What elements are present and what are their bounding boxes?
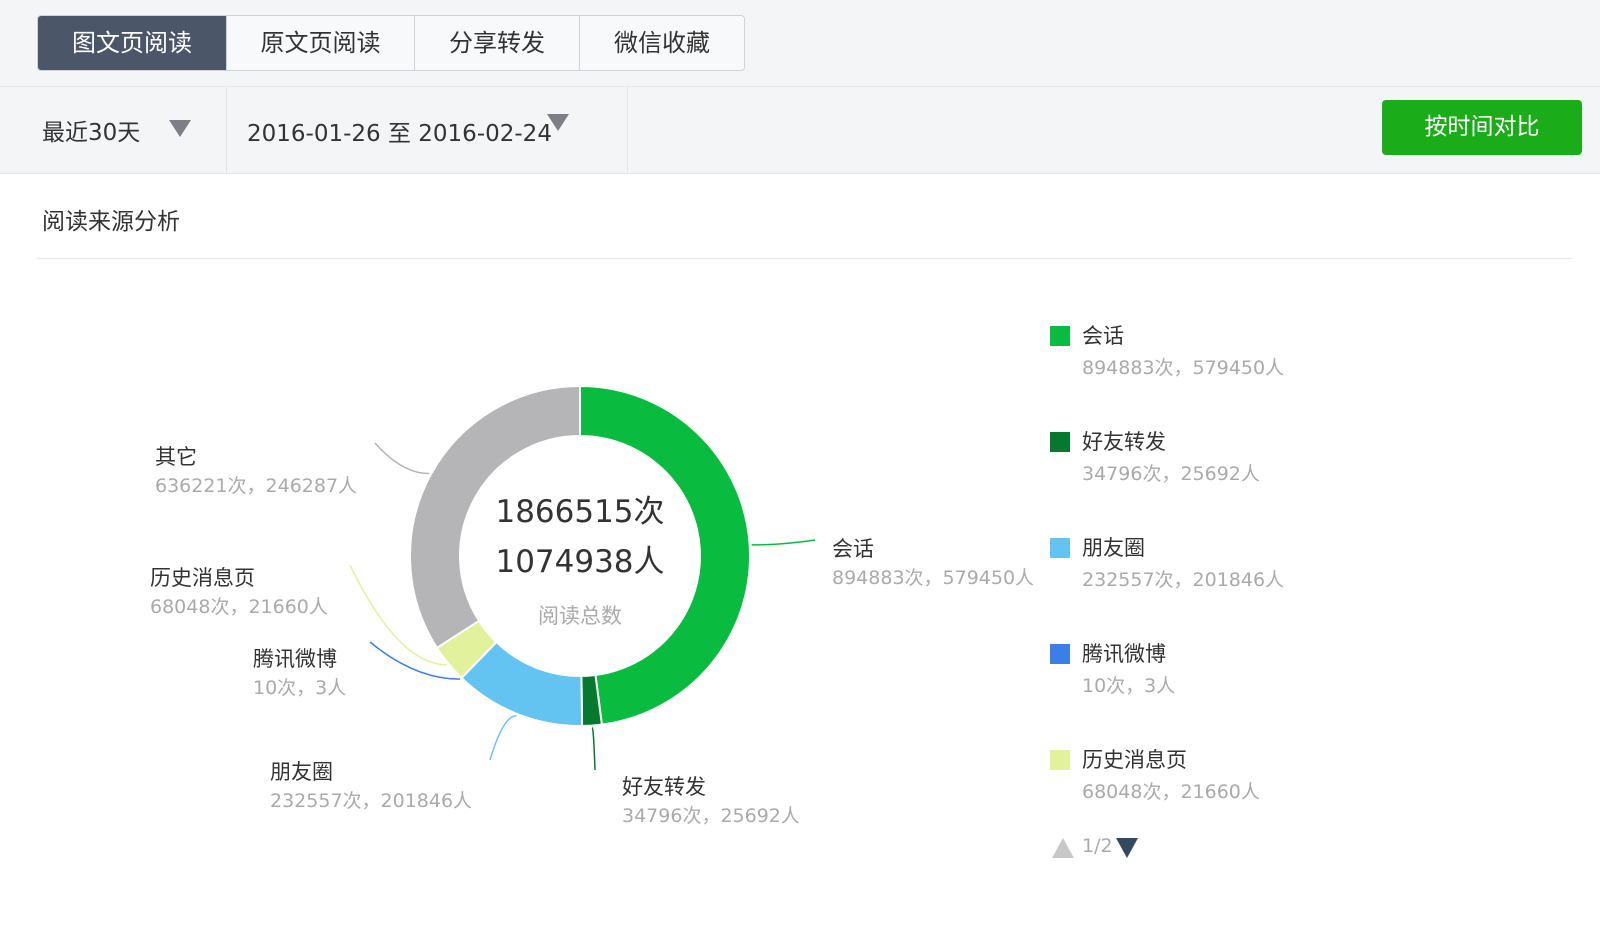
callout-history-stats: 68048次，21660人 xyxy=(150,596,328,618)
callout-other-stats: 636221次，246287人 xyxy=(155,475,358,497)
legend-page-indicator: 1/2 xyxy=(1082,835,1113,857)
callout-friend-forward-name: 好友转发 xyxy=(622,775,706,799)
leader-line-1 xyxy=(591,726,596,771)
legend-swatch xyxy=(1050,326,1070,346)
callout-tencent-weibo-stats: 10次，3人 xyxy=(253,677,347,699)
legend-item-name: 腾讯微博 xyxy=(1082,642,1166,666)
callout-session: 会话 894883次，579450人 xyxy=(832,535,1034,593)
leader-line-0 xyxy=(751,539,816,546)
callout-moments-name: 朋友圈 xyxy=(270,760,333,784)
legend-item-stats: 68048次，21660人 xyxy=(1082,781,1260,803)
leader-line-2 xyxy=(489,715,517,761)
callout-moments: 朋友圈 232557次，201846人 xyxy=(270,758,472,816)
center-label: 阅读总数 xyxy=(538,604,622,628)
legend-item-name: 朋友圈 xyxy=(1082,536,1145,560)
legend-item-name: 会话 xyxy=(1082,324,1124,348)
legend-item-name: 好友转发 xyxy=(1082,430,1166,454)
callout-friend-forward: 好友转发 34796次，25692人 xyxy=(622,773,800,831)
legend-item-name: 历史消息页 xyxy=(1082,748,1187,772)
callout-tencent-weibo: 腾讯微博 10次，3人 xyxy=(253,645,346,703)
callout-session-name: 会话 xyxy=(832,537,874,561)
leader-line-5 xyxy=(374,442,430,475)
legend-item-stats: 232557次，201846人 xyxy=(1082,569,1285,591)
legend-item-stats: 894883次，579450人 xyxy=(1082,357,1285,379)
page-up-icon[interactable] xyxy=(1052,838,1074,858)
callout-other-name: 其它 xyxy=(155,445,197,469)
legend-swatch xyxy=(1050,644,1070,664)
callout-session-stats: 894883次，579450人 xyxy=(832,567,1035,589)
legend-swatch xyxy=(1050,432,1070,452)
legend-swatch xyxy=(1050,538,1070,558)
callout-moments-stats: 232557次，201846人 xyxy=(270,790,473,812)
legend-swatch xyxy=(1050,750,1070,770)
callout-other: 其它 636221次，246287人 xyxy=(155,443,357,501)
center-total-reads: 1866515次 xyxy=(495,494,665,530)
page-down-icon[interactable] xyxy=(1116,838,1138,858)
callout-friend-forward-stats: 34796次，25692人 xyxy=(622,805,800,827)
legend-item-stats: 34796次，25692人 xyxy=(1082,463,1260,485)
callout-history: 历史消息页 68048次，21660人 xyxy=(150,564,328,622)
center-total-users: 1074938人 xyxy=(495,544,665,580)
callout-history-name: 历史消息页 xyxy=(150,566,255,590)
callout-tencent-weibo-name: 腾讯微博 xyxy=(253,647,337,671)
legend-item-stats: 10次，3人 xyxy=(1082,675,1176,697)
